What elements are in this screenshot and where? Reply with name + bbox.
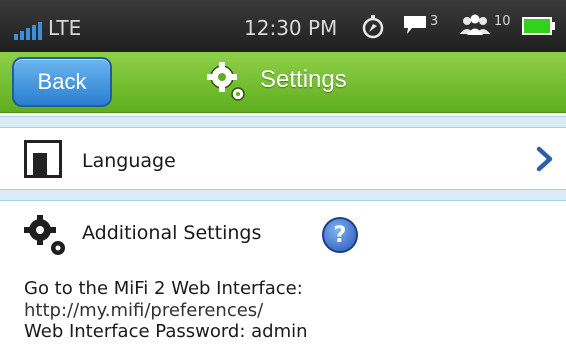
people-icon: [460, 14, 490, 35]
messages-count: 3: [430, 14, 439, 29]
help-button[interactable]: ?: [322, 217, 358, 253]
connected-devices-indicator: 10: [458, 14, 511, 36]
additional-settings-gear-icon: [24, 215, 65, 255]
language-row[interactable]: Language: [0, 134, 566, 186]
password-value: admin: [251, 321, 308, 342]
section-divider: [0, 189, 566, 201]
settings-gear-icon: [207, 62, 245, 101]
signal-indicator: LTE: [14, 16, 81, 40]
password-line: Web Interface Password: admin: [24, 321, 308, 342]
page-title: Settings: [260, 66, 347, 93]
section-divider: [0, 116, 566, 128]
password-label: Web Interface Password:: [24, 321, 246, 342]
web-interface-url[interactable]: http://my.mifi/preferences/: [24, 300, 263, 321]
compass-icon: [362, 15, 384, 39]
title-bar: Back Settings: [0, 52, 566, 113]
clock: 12:30 PM: [244, 16, 338, 40]
back-button[interactable]: Back: [12, 57, 112, 107]
devices-count: 10: [494, 14, 511, 29]
chevron-right-icon: [536, 146, 553, 172]
web-interface-heading: Go to the MiFi 2 Web Interface:: [24, 278, 303, 299]
status-bar: LTE 12:30 PM 3 10: [0, 0, 566, 52]
additional-settings-label: Additional Settings: [82, 222, 262, 244]
network-type: LTE: [48, 16, 82, 40]
language-icon: [24, 140, 62, 178]
battery-icon: [522, 17, 555, 35]
messages-indicator: 3: [402, 14, 438, 36]
signal-bars-icon: [14, 20, 42, 40]
language-label: Language: [82, 150, 176, 172]
message-bubble-icon: [404, 16, 426, 34]
